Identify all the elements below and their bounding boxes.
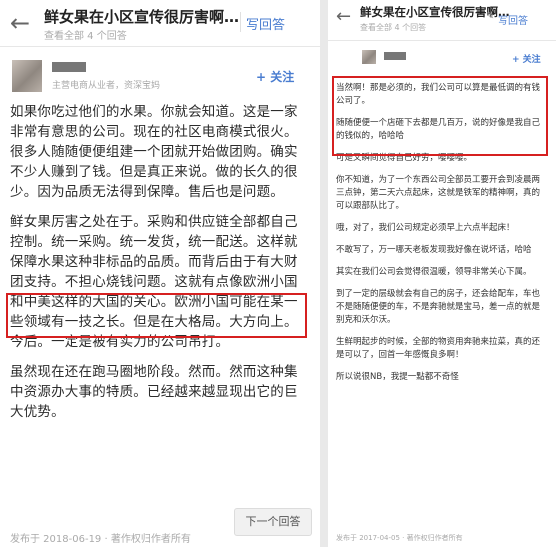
- top-bar: ← 鲜女果在小区宣传很厉害啊… 查看全部 4 个回答 写回答: [0, 0, 320, 47]
- follow-button[interactable]: + 关注: [512, 52, 541, 65]
- answer-paragraph: 其实在我们公司会觉得很温暖，领导非常关心下属。: [336, 267, 532, 277]
- right-answer-screen: ← 鲜女果在小区宣传很厉害啊… 查看全部 4 个回答 ✎ 写回答 + 关注 当然…: [328, 0, 556, 547]
- view-all-answers-link[interactable]: 查看全部 4 个回答: [44, 27, 127, 42]
- top-bar: ← 鲜女果在小区宣传很厉害啊… 查看全部 4 个回答 ✎ 写回答: [328, 0, 556, 41]
- highlight-box: [332, 76, 548, 156]
- answer-paragraph: 到了一定的层级就会有自己的房子，还会给配车，车也不是随随便便的车，不是奔驰就是宝…: [336, 289, 541, 325]
- author-row: 主营电商从业者，资深宝妈 + 关注: [0, 56, 320, 100]
- question-title[interactable]: 鲜女果在小区宣传很厉害啊…: [44, 6, 239, 27]
- left-answer-screen: ← 鲜女果在小区宣传很厉害啊… 查看全部 4 个回答 写回答 主营电商从业者，资…: [0, 0, 320, 547]
- divider: [240, 12, 241, 32]
- answer-paragraph: 你不知道，为了一个东西公司全部员工要开会到凌晨两三点钟，第二天六点起床，这就是铁…: [336, 175, 541, 211]
- back-arrow-icon[interactable]: ←: [336, 6, 351, 27]
- publish-info: 发布于 2017-04-05 · 著作权归作者所有: [336, 534, 463, 542]
- follow-button[interactable]: + 关注: [256, 68, 294, 85]
- write-answer-button[interactable]: 写回答: [498, 12, 528, 27]
- avatar[interactable]: [12, 60, 42, 92]
- back-arrow-icon[interactable]: ←: [10, 9, 30, 37]
- publish-info: 发布于 2018-06-19 · 著作权归作者所有: [10, 534, 191, 545]
- author-name-redacted[interactable]: [52, 62, 86, 72]
- answer-paragraph: 虽然现在还在跑马圈地阶段。然而。然而这种集中资源办大事的特质。已经越来越显现出它…: [10, 364, 298, 420]
- answer-paragraph: 所以说很NB，我提一點都不奇怪: [336, 372, 459, 382]
- write-answer-button[interactable]: 写回答: [246, 14, 285, 33]
- author-name-redacted[interactable]: [384, 52, 406, 60]
- author-description: 主营电商从业者，资深宝妈: [52, 81, 161, 91]
- view-all-answers-link[interactable]: 查看全部 4 个回答: [360, 22, 426, 33]
- answer-paragraph: 不敢写了，万一哪天老板发现我好像在说坏话，哈哈: [336, 245, 532, 255]
- highlight-box: [6, 293, 307, 338]
- answer-paragraph: 如果你吃过他们的水果。你就会知道。这是一家非常有意思的公司。现在的社区电商模式很…: [10, 104, 298, 200]
- answer-paragraph: 哦，对了，我们公司规定必须早上六点半起床！: [336, 223, 515, 233]
- pencil-icon[interactable]: ✎: [486, 11, 494, 22]
- avatar[interactable]: [362, 50, 376, 64]
- author-row: + 关注: [328, 46, 556, 78]
- answer-body: 如果你吃过他们的水果。你就会知道。这是一家非常有意思的公司。现在的社区电商模式很…: [10, 102, 310, 432]
- next-answer-button[interactable]: 下一个回答: [234, 508, 312, 536]
- answer-paragraph: 生鲜明起步的时候，全部的物资用奔驰来拉菜，真的还是可以了，回首一年感慨良多啊！: [336, 337, 541, 360]
